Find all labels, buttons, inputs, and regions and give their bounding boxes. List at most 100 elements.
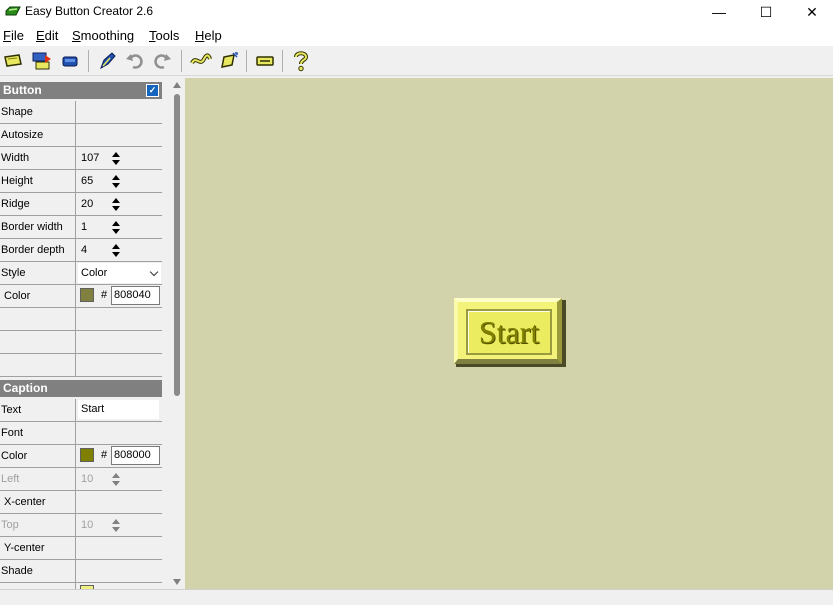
prop-label: Color (0, 285, 76, 307)
preview-button[interactable]: Start (454, 298, 562, 364)
prop-label: Width (0, 147, 76, 169)
spin-down-icon[interactable] (112, 160, 120, 165)
spin-down-icon[interactable] (112, 229, 120, 234)
border-width-spinner[interactable] (109, 218, 125, 236)
left-input[interactable]: 10 (79, 470, 109, 488)
minimize-button[interactable]: — (696, 0, 742, 24)
menu-help[interactable]: Help (195, 28, 222, 43)
row-text: Text Start (0, 399, 162, 422)
spin-up-icon[interactable] (112, 175, 120, 180)
button-color-swatch[interactable] (80, 288, 94, 302)
section-title: Button (3, 83, 42, 97)
spin-down-icon[interactable] (112, 481, 120, 486)
caption-bar-icon (256, 56, 274, 66)
scroll-down-icon[interactable] (173, 579, 181, 585)
left-spinner[interactable] (109, 470, 125, 488)
border-depth-input[interactable]: 4 (79, 241, 109, 259)
toolbar (0, 46, 833, 76)
menu-file[interactable]: File (3, 28, 24, 43)
scroll-up-icon[interactable] (173, 82, 181, 88)
top-input[interactable]: 10 (79, 516, 109, 534)
toolbar-separator (282, 50, 283, 72)
spin-down-icon[interactable] (112, 183, 120, 188)
spin-down-icon[interactable] (112, 206, 120, 211)
smoothing-tool[interactable] (189, 49, 213, 73)
width-spinner[interactable] (109, 149, 125, 167)
empty-value (77, 308, 162, 330)
close-icon: ✕ (806, 3, 818, 20)
export-tool[interactable] (30, 49, 54, 73)
menu-smoothing[interactable]: Smoothing (72, 28, 134, 43)
row-empty (0, 308, 162, 331)
spin-up-icon[interactable] (112, 244, 120, 249)
button-color-hex-input[interactable]: 808040 (111, 286, 160, 305)
button-preview-icon (62, 56, 78, 67)
row-height: Height 65 (0, 170, 162, 193)
properties-scrollbar[interactable] (170, 78, 184, 589)
section-header-button[interactable]: Button ✓ (0, 82, 162, 99)
row-width: Width 107 (0, 147, 162, 170)
button-preview-tool[interactable] (58, 49, 82, 73)
edit-pen-icon (100, 52, 116, 70)
y-center-value[interactable] (77, 537, 162, 559)
menu-edit[interactable]: Edit (36, 28, 58, 43)
width-input[interactable]: 107 (79, 149, 109, 167)
ridge-input[interactable]: 20 (79, 195, 109, 213)
shade-value[interactable] (77, 560, 162, 582)
font-value[interactable] (77, 422, 162, 444)
top-spinner[interactable] (109, 516, 125, 534)
preview-canvas[interactable]: Start (185, 78, 833, 589)
row-border-width: Border width 1 (0, 216, 162, 239)
row-y-center: Y-center (0, 537, 162, 560)
border-width-input[interactable]: 1 (79, 218, 109, 236)
spin-up-icon[interactable] (112, 473, 120, 478)
border-depth-spinner[interactable] (109, 241, 125, 259)
row-autosize: Autosize (0, 124, 162, 147)
prop-label (0, 308, 76, 330)
menu-tools[interactable]: Tools (149, 28, 179, 43)
spin-down-icon[interactable] (112, 252, 120, 257)
row-font: Font (0, 422, 162, 445)
caption-color-swatch[interactable] (80, 448, 94, 462)
undo-tool[interactable] (123, 49, 147, 73)
autosize-value[interactable] (77, 124, 162, 146)
row-style: Style Color (0, 262, 162, 285)
spin-up-icon[interactable] (112, 519, 120, 524)
style-selected-value: Color (81, 267, 108, 279)
title-bar: Easy Button Creator 2.6 — ☐ ✕ (0, 0, 833, 24)
spin-up-icon[interactable] (112, 198, 120, 203)
spin-down-icon[interactable] (112, 527, 120, 532)
new-button-tool[interactable] (1, 49, 25, 73)
row-border-depth: Border depth 4 (0, 239, 162, 262)
prop-label: X-center (0, 491, 76, 513)
edit-pen-tool[interactable] (96, 49, 120, 73)
toolbar-separator (88, 50, 89, 72)
caption-text-input[interactable]: Start (78, 400, 159, 419)
shape-value[interactable] (77, 101, 162, 123)
ridge-spinner[interactable] (109, 195, 125, 213)
maximize-button[interactable]: ☐ (743, 0, 789, 24)
height-spinner[interactable] (109, 172, 125, 190)
caption-bar-tool[interactable] (253, 49, 277, 73)
smoothing-icon (190, 53, 212, 65)
x-center-value[interactable] (77, 491, 162, 513)
spin-up-icon[interactable] (112, 221, 120, 226)
transform-icon (221, 52, 238, 68)
scrollbar-thumb[interactable] (174, 94, 180, 396)
style-select[interactable]: Color (78, 263, 161, 283)
height-input[interactable]: 65 (79, 172, 109, 190)
help-tool[interactable] (289, 49, 313, 73)
section-header-caption[interactable]: Caption (0, 380, 162, 397)
prop-label: Top (0, 514, 76, 536)
redo-tool[interactable] (150, 49, 174, 73)
row-shade: Shade (0, 560, 162, 583)
row-button-color: Color # 808040 (0, 285, 162, 308)
chevron-down-icon[interactable] (149, 267, 159, 277)
section-checkbox-icon[interactable]: ✓ (146, 84, 159, 97)
caption-color-hex-input[interactable]: 808000 (111, 446, 160, 465)
spin-up-icon[interactable] (112, 152, 120, 157)
prop-label: Shape (0, 101, 76, 123)
close-button[interactable]: ✕ (789, 0, 833, 24)
transform-tool[interactable] (217, 49, 241, 73)
toolbar-separator (246, 50, 247, 72)
